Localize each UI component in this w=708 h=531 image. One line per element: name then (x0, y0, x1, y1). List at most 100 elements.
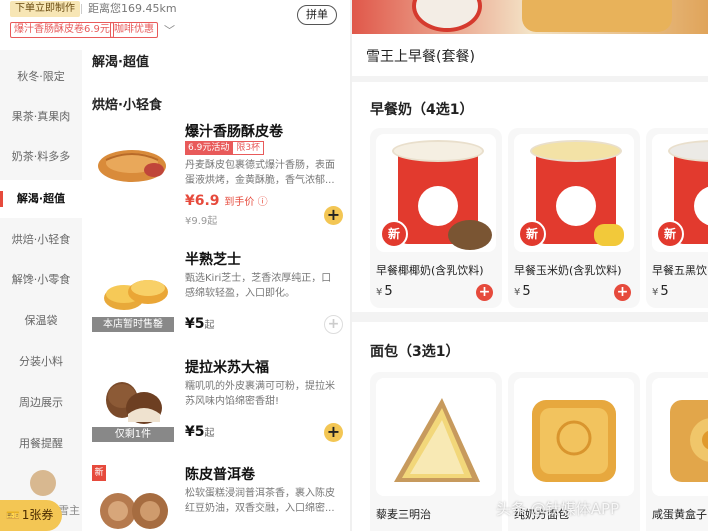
sidebar-item[interactable]: 秋冬·限定 (0, 58, 82, 96)
price-value: ¥6.9 (185, 193, 220, 209)
coupon-count: 1张券 (21, 508, 54, 522)
option-card[interactable]: 新 早餐椰椰奶(含乳饮料) ¥5 + (370, 128, 502, 308)
limit-tag: 限3杯 (232, 141, 265, 155)
snow-king-mascot (418, 186, 458, 226)
sidebar-item[interactable]: 烘焙·小轻食 (0, 221, 82, 259)
meal-title: 雪王上早餐(套餐) (366, 49, 475, 65)
price-suffix: 起 (204, 428, 215, 439)
product-name[interactable]: 爆汁香肠酥皮卷 (185, 121, 283, 141)
coconut-icon (448, 220, 492, 250)
product-image: 新 (514, 134, 634, 252)
sidebar-item[interactable]: 用餐提醒 (0, 425, 82, 463)
mascot-icon[interactable] (30, 470, 56, 496)
card-name: 早餐玉米奶(含乳饮料) (514, 264, 622, 277)
card-price: ¥5 (514, 284, 531, 299)
section-title: 解渴·超值 (92, 55, 149, 70)
cup-image (412, 0, 482, 32)
menu-panel: 下单立即制作 距离您169.45km 拼单 爆汁香肠酥皮卷6.9元 咖啡优惠 ﹀… (0, 0, 352, 531)
card-name: 早餐五黑饮(含乳饮料) (652, 264, 708, 277)
product-image (376, 378, 496, 496)
store-header: 下单立即制作 距离您169.45km 拼单 爆汁香肠酥皮卷6.9元 咖啡优惠 ﹀ (0, 0, 352, 50)
sidebar-item[interactable]: 解馋·小零食 (0, 261, 82, 299)
product-name[interactable]: 半熟芝士 (185, 249, 241, 269)
new-badge: 新 (518, 220, 546, 248)
promo-tags: 6.9元活动 限3杯 (185, 141, 265, 155)
product-image: 新 (376, 134, 496, 252)
option-card[interactable]: 新 早餐五黑饮(含乳饮料) ¥5 (646, 128, 708, 308)
coupon-chip[interactable]: 爆汁香肠酥皮卷6.9元 (10, 22, 114, 38)
option-card[interactable]: 新 早餐玉米奶(含乳饮料) ¥5 + (508, 128, 640, 308)
sold-out-badge: 本店暂时售罄 (92, 317, 174, 332)
product-price: ¥5起 (185, 316, 214, 332)
product-description: 糯叽叽的外皮裹满可可粉，提拉米苏风味内馅绵密香甜! (185, 381, 335, 407)
product-image (514, 378, 634, 496)
sidebar-item[interactable]: 分装小料 (0, 343, 82, 381)
product-description: 丹麦酥皮包裹德式爆汁香肠，表面蛋液烘烤，金黄酥脆，香气浓郁... (185, 160, 335, 186)
card-name: 早餐椰椰奶(含乳饮料) (376, 264, 484, 277)
product-image[interactable] (92, 126, 174, 208)
product-price: ¥5起 (185, 424, 214, 440)
snow-king-mascot (556, 186, 596, 226)
ticket-icon: 🎫 (6, 509, 20, 522)
product-name[interactable]: 提拉米苏大福 (185, 357, 269, 377)
price-value: 5 (384, 284, 393, 299)
cup-lid (530, 140, 622, 162)
option-group: 早餐奶（4选1） 新 早餐椰椰奶(含乳饮料) ¥5 + 新 早餐玉米奶(含乳饮料… (352, 82, 708, 312)
price-note: 到手价 (224, 197, 255, 208)
product-name[interactable]: 陈皮普洱卷 (185, 464, 255, 484)
product-description: 甄选Kiri芝士，芝香浓厚纯正，口感绵软轻盈，入口即化。 (185, 273, 332, 299)
add-button-disabled: + (324, 315, 343, 334)
card-price: ¥5 (376, 284, 393, 299)
currency-symbol: ¥ (376, 287, 383, 298)
stock-badge: 仅剩1件 (92, 427, 174, 442)
currency-symbol: ¥ (652, 287, 659, 298)
add-button[interactable]: + (324, 423, 343, 442)
set-meal-panel: 雪王上早餐(套餐) 早餐奶（4选1） 新 早餐椰椰奶(含乳饮料) ¥5 + 新 (352, 0, 708, 531)
price-value: 5 (660, 284, 669, 299)
separator (81, 4, 82, 14)
option-card[interactable]: 藜麦三明治 (370, 372, 502, 531)
price-suffix: 起 (204, 320, 215, 331)
price-value: ¥5 (185, 316, 205, 332)
add-button[interactable]: + (614, 284, 631, 301)
group-order-button[interactable]: 拼单 (297, 5, 337, 25)
original-price: ¥9.9起 (185, 216, 218, 227)
watermark: 头条 @钛媒体APP (496, 500, 620, 518)
info-icon[interactable]: ⓘ (254, 197, 268, 208)
card-price: ¥5 (652, 284, 669, 299)
currency-symbol: ¥ (514, 287, 521, 298)
card-name: 咸蛋黄盒子 (652, 508, 707, 521)
chevron-down-icon[interactable]: ﹀ (164, 22, 175, 38)
new-badge: 新 (656, 220, 684, 248)
card-name: 藜麦三明治 (376, 508, 431, 521)
group-title: 早餐奶（4选1） (370, 102, 474, 118)
coupon-button[interactable]: 🎫 1张券 (0, 500, 62, 531)
order-tag: 下单立即制作 (10, 1, 80, 17)
sidebar-item[interactable]: 奶茶·料多多 (0, 138, 82, 176)
store-distance: 距离您169.45km (88, 2, 177, 15)
cup-lid (392, 140, 484, 162)
category-sidebar: 秋冬·限定 果茶·真果肉 奶茶·料多多 解渴·超值 烘焙·小轻食 解馋·小零食 … (0, 50, 82, 531)
coupon-chip[interactable]: 咖啡优惠 (110, 22, 158, 38)
price-value: 5 (522, 284, 531, 299)
sidebar-item[interactable]: 周边展示 (0, 384, 82, 422)
option-card[interactable]: 咸蛋黄盒子 (646, 372, 708, 531)
sidebar-item[interactable]: 果茶·真果肉 (0, 98, 82, 136)
corn-icon (594, 224, 624, 246)
section-title: 烘焙·小轻食 (92, 98, 162, 113)
new-badge: 新 (92, 465, 106, 481)
product-image: 新 (652, 134, 708, 252)
promo-tag: 6.9元活动 (185, 141, 233, 155)
new-badge: 新 (380, 220, 408, 248)
bread-image (522, 0, 672, 32)
sidebar-item[interactable]: 保温袋 (0, 302, 82, 340)
product-description: 松软蛋糕浸润普洱茶香，裹入陈皮红豆奶油，双香交融，入口绵密... (185, 488, 335, 514)
add-button[interactable]: + (324, 206, 343, 225)
group-title: 面包（3选1） (370, 344, 460, 360)
banner-image (352, 0, 708, 34)
product-price: ¥6.9 到手价 ⓘ (185, 193, 268, 209)
sidebar-item-active[interactable]: 解渴·超值 (0, 180, 82, 218)
add-button[interactable]: + (476, 284, 493, 301)
product-image (652, 378, 708, 496)
price-value: ¥5 (185, 424, 205, 440)
